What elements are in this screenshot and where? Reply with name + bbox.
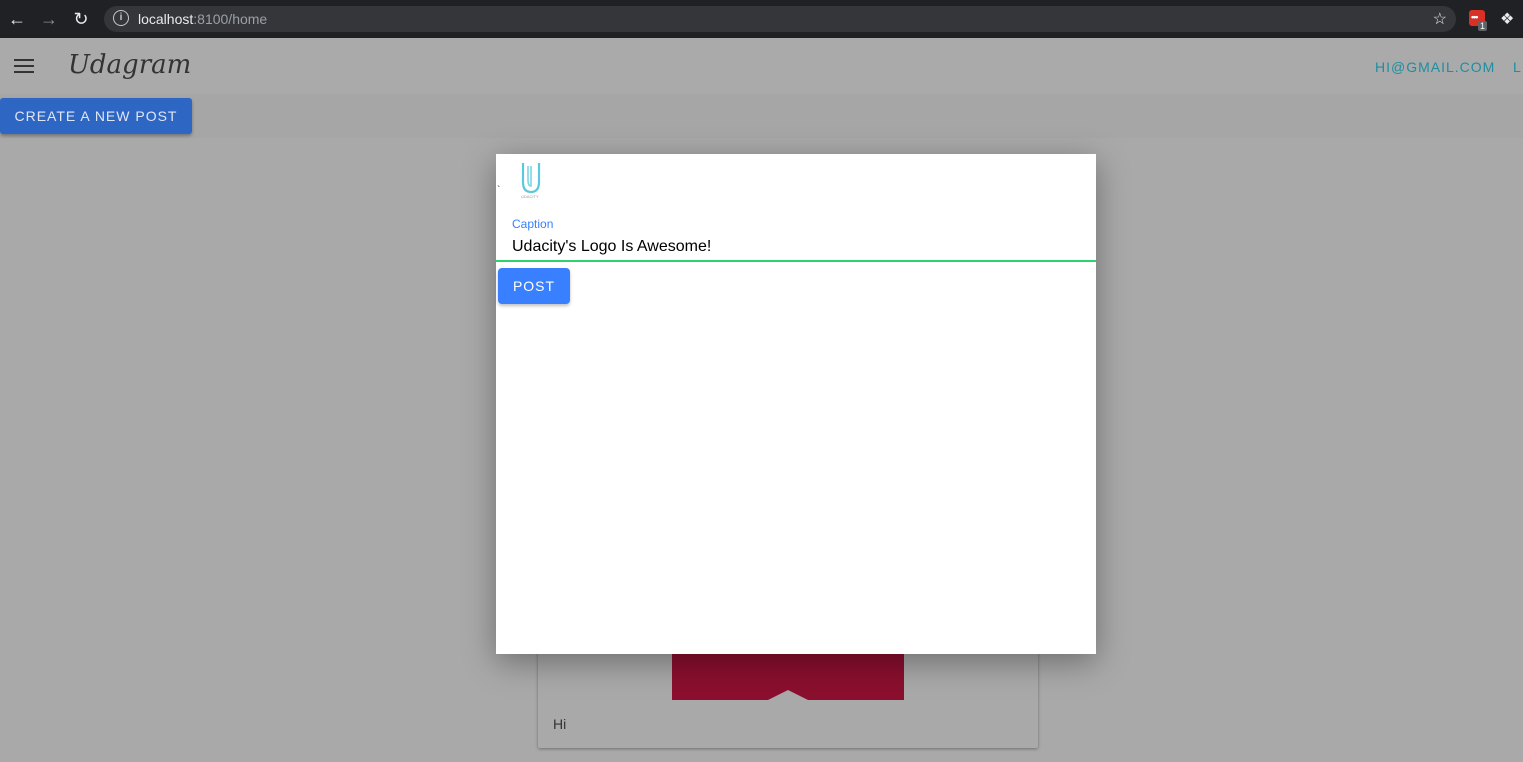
address-bar[interactable]: i localhost:8100/home ☆ [104,6,1456,32]
extension-dots-icon: ••• [1471,12,1479,22]
logout-link[interactable]: L [1513,59,1522,75]
user-email-link[interactable]: HI@GMAIL.COM [1375,59,1495,75]
reload-icon[interactable]: ↻ [70,8,92,30]
extensions-puzzle-icon[interactable]: ❖ [1500,9,1514,29]
create-post-button[interactable]: CREATE A NEW POST [0,98,192,134]
post-button[interactable]: POST [498,268,570,304]
extension-badge: 1 [1478,21,1488,31]
app-header: Udagram HI@GMAIL.COM L [0,38,1523,94]
url-host: localhost [138,11,194,27]
url-path: :8100/home [193,11,268,27]
app-logo[interactable]: Udagram [68,50,191,80]
menu-icon[interactable] [14,59,34,73]
sub-toolbar [0,94,1523,138]
bookmark-star-icon[interactable]: ☆ [1433,9,1447,29]
forward-icon[interactable]: → [38,8,60,30]
site-info-icon[interactable]: i [113,10,129,26]
preview-label: UDACITY [521,194,539,199]
extension-icon[interactable]: ••• 1 [1469,10,1488,31]
caption-label: Caption [512,217,554,231]
browser-toolbar: ← → ↻ i localhost:8100/home ☆ ••• 1 ❖ [0,0,1523,38]
caption-input[interactable] [496,234,1096,262]
feed-caption: Hi [553,716,567,732]
back-icon[interactable]: ← [6,8,28,30]
stray-character: ` [497,185,501,196]
new-post-modal: ` UDACITY Caption POST [496,154,1096,654]
url-text: localhost:8100/home [138,11,267,27]
